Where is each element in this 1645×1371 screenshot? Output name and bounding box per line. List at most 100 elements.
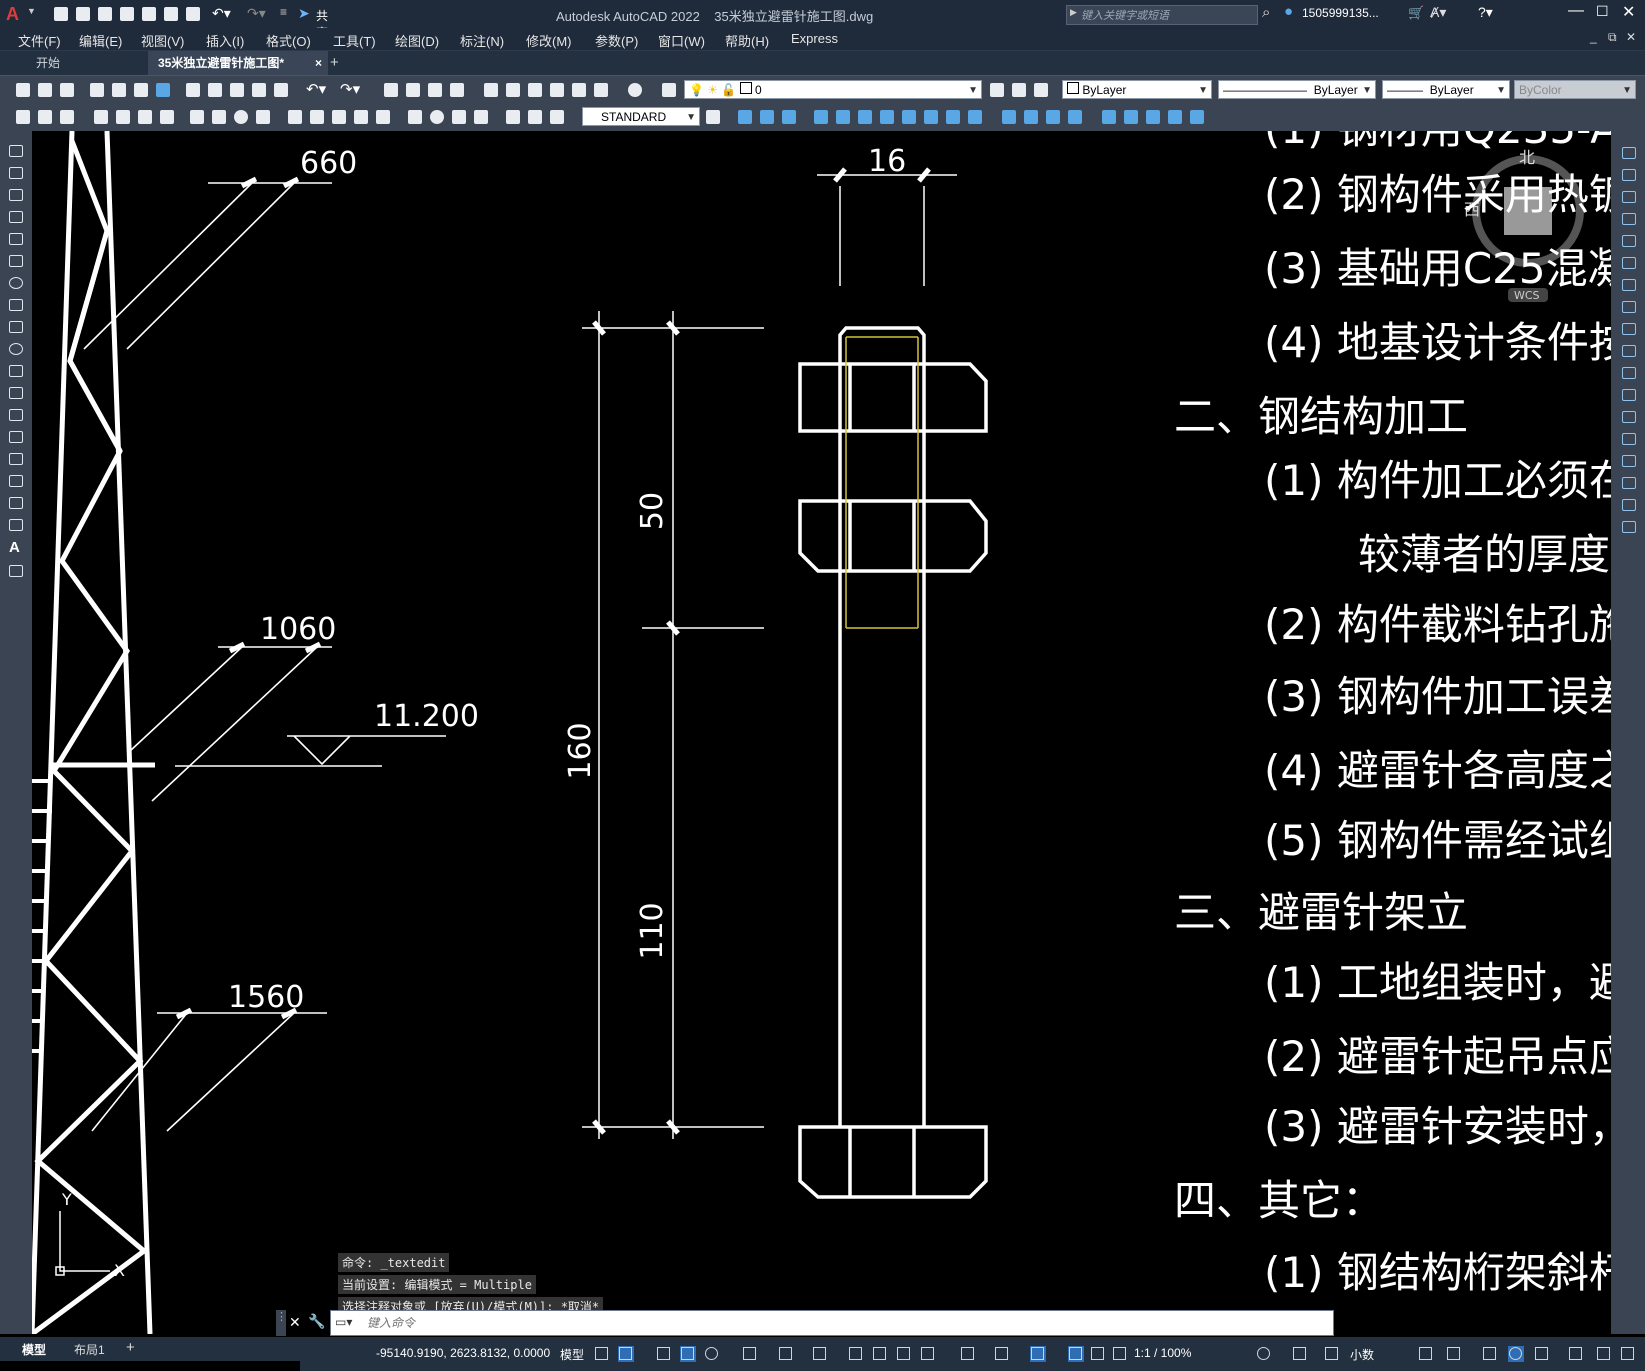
new-icon[interactable]	[52, 5, 70, 23]
clean-icon[interactable]	[1022, 108, 1040, 126]
transparency-icon[interactable]	[872, 1346, 888, 1362]
save-icon[interactable]	[96, 5, 114, 23]
otrack-icon[interactable]	[778, 1346, 794, 1362]
rotate-faces-icon[interactable]	[900, 108, 918, 126]
command-prompt-icon[interactable]: ▭▾	[335, 1315, 352, 1329]
match-icon[interactable]	[14, 108, 32, 126]
tab-model[interactable]: 模型	[22, 1341, 46, 1358]
publish-icon[interactable]	[132, 81, 150, 99]
circle-icon[interactable]	[7, 275, 25, 291]
menu-format[interactable]: 格式(O)	[266, 31, 311, 50]
redo-icon[interactable]: ↷▾	[247, 5, 266, 22]
menu-tools[interactable]: 工具(T)	[333, 31, 376, 50]
offset-faces-icon[interactable]	[856, 108, 874, 126]
ellipse-icon[interactable]	[7, 341, 25, 357]
inspect-icon[interactable]	[450, 108, 468, 126]
web-icon[interactable]	[140, 5, 158, 23]
snap-icon[interactable]	[618, 1346, 634, 1362]
osnap-icon[interactable]	[812, 1346, 828, 1362]
move-faces-icon[interactable]	[834, 108, 852, 126]
region-icon[interactable]	[7, 495, 25, 511]
hardware-acceleration-icon[interactable]	[1508, 1346, 1524, 1362]
workspace-gear-icon[interactable]	[1256, 1346, 1272, 1362]
redo-icon[interactable]: ↷▾	[340, 80, 360, 98]
paste-icon[interactable]	[228, 81, 246, 99]
open-icon[interactable]	[74, 5, 92, 23]
command-line-grip[interactable]: ⋮	[276, 1310, 287, 1336]
ellipse-arc-icon[interactable]	[7, 363, 25, 379]
separate-icon[interactable]	[1044, 108, 1062, 126]
help-icon[interactable]: ?▾	[1478, 4, 1493, 21]
a360-icon[interactable]: Ⱥ▾	[1430, 4, 1446, 21]
move-icon[interactable]	[1620, 255, 1638, 271]
menu-express[interactable]: Express	[791, 31, 838, 46]
make-current-layer-icon[interactable]	[988, 81, 1006, 99]
break-icon[interactable]	[1620, 409, 1638, 425]
lineweight-dropdown[interactable]: ——— ByLayer ▼	[1382, 80, 1510, 99]
layer-dropdown[interactable]: 💡 ☀ 🔓 0 ▼	[684, 80, 982, 99]
plot-icon[interactable]	[184, 5, 202, 23]
coordinates-readout[interactable]: -95140.9190, 2623.8132, 0.0000	[376, 1346, 550, 1360]
3dprint-icon[interactable]	[154, 81, 172, 99]
line-icon[interactable]	[7, 143, 25, 159]
plot-preview-icon[interactable]	[110, 81, 128, 99]
polygon-icon[interactable]	[7, 209, 25, 225]
layer-previous-icon[interactable]	[1010, 81, 1028, 99]
dimstyle-icon[interactable]	[704, 108, 722, 126]
extrude-faces-icon[interactable]	[812, 108, 830, 126]
close-icon[interactable]: ✕	[1622, 2, 1635, 22]
doc-close-icon[interactable]: ✕	[1626, 30, 1636, 44]
annotation-scale-value[interactable]: 1:1 / 100%	[1134, 1346, 1191, 1360]
join-icon[interactable]	[1620, 431, 1638, 447]
mtext-icon[interactable]: A	[9, 539, 20, 556]
menu-edit[interactable]: 编辑(E)	[79, 31, 122, 50]
menu-file[interactable]: 文件(F)	[18, 31, 61, 50]
hatch-icon[interactable]	[7, 451, 25, 467]
menu-window[interactable]: 窗口(W)	[658, 31, 705, 50]
pan-icon[interactable]	[382, 81, 400, 99]
explode-icon[interactable]	[1620, 519, 1638, 535]
annotation-visibility-icon[interactable]	[1068, 1346, 1084, 1362]
blockeditor-icon[interactable]	[272, 81, 290, 99]
infer-icon[interactable]	[656, 1346, 672, 1362]
dim-text-edit-icon[interactable]	[526, 108, 544, 126]
units-value[interactable]: 小数	[1350, 1346, 1374, 1363]
cut-icon[interactable]	[184, 81, 202, 99]
trim-icon[interactable]	[1620, 343, 1638, 359]
toolpalette-icon[interactable]	[526, 81, 544, 99]
clean-screen-icon[interactable]	[1534, 1346, 1550, 1362]
selection-cycling-icon[interactable]	[896, 1346, 912, 1362]
dim-arc-icon[interactable]	[136, 108, 154, 126]
app-menu-arrow-icon[interactable]: ▼	[27, 6, 36, 16]
polyline-icon[interactable]	[7, 187, 25, 203]
table-icon[interactable]	[7, 517, 25, 533]
point-icon[interactable]	[7, 429, 25, 445]
zoom-window-icon[interactable]	[426, 81, 444, 99]
dim-jogged-icon[interactable]	[210, 108, 228, 126]
tolerance-icon[interactable]	[406, 108, 424, 126]
dim-baseline-icon[interactable]	[308, 108, 326, 126]
status-menu-icon[interactable]	[1596, 1346, 1612, 1362]
tab-start[interactable]: 开始	[26, 51, 70, 75]
gizmo-icon[interactable]	[1030, 1346, 1046, 1362]
annotation-monitor-icon[interactable]	[1292, 1346, 1308, 1362]
section-icon[interactable]	[1144, 108, 1162, 126]
menu-view[interactable]: 视图(V)	[141, 31, 184, 50]
interfere-icon[interactable]	[1166, 108, 1184, 126]
add-selected-icon[interactable]	[7, 563, 25, 579]
matchprop-icon[interactable]	[250, 81, 268, 99]
search-input[interactable]: 键入关键字或短语	[1081, 7, 1169, 23]
search-icon[interactable]: ⌕	[1262, 4, 1270, 21]
open-icon[interactable]	[36, 81, 54, 99]
saveas-icon[interactable]	[118, 5, 136, 23]
add-layout-button[interactable]: +	[126, 1339, 135, 1356]
linetype-dropdown[interactable]: ——————— ByLayer ▼	[1218, 80, 1376, 99]
gradient-icon[interactable]	[7, 473, 25, 489]
blend-curves-icon[interactable]	[1620, 497, 1638, 513]
chamfer-icon[interactable]	[1620, 453, 1638, 469]
aligned-dim-icon[interactable]	[58, 108, 76, 126]
menu-dimension[interactable]: 标注(N)	[460, 31, 504, 50]
zoom-previous-icon[interactable]	[448, 81, 466, 99]
selection-filter-icon[interactable]	[994, 1346, 1010, 1362]
shell-icon[interactable]	[1066, 108, 1084, 126]
